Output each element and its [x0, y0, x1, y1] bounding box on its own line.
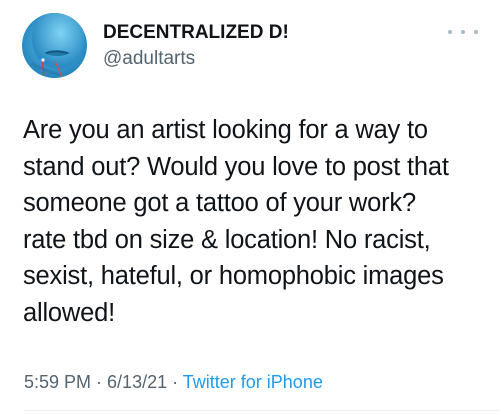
more-horizontal-icon — [448, 30, 452, 34]
tweet-text-line: stand out? Would you love to post that — [23, 152, 449, 181]
tweet-time[interactable]: 5:59 PM — [24, 372, 91, 392]
tweet-text-line: someone got a tattoo of your work? — [23, 189, 416, 217]
avatar-image — [22, 13, 87, 78]
display-name[interactable]: DECENTRALIZED D! — [103, 22, 289, 44]
tweet-text-line: rate tbd on size & location! No racist, — [23, 225, 431, 254]
more-options-button[interactable] — [448, 22, 478, 42]
tweet-meta: 5:59 PM · 6/13/21 · Twitter for iPhone — [24, 372, 323, 393]
divider — [24, 410, 500, 411]
tweet-text-line: sexist, hateful, or homophobic images — [23, 262, 444, 290]
more-horizontal-icon-dot — [474, 30, 478, 34]
user-handle[interactable]: @adultarts — [103, 48, 195, 70]
tweet-text-line: Are you an artist looking for a way to — [23, 116, 428, 144]
meta-separator: · — [167, 372, 183, 392]
more-horizontal-icon-dot — [461, 30, 465, 34]
tweet-text: Are you an artist looking for a way to s… — [23, 112, 488, 331]
tweet-text-line: allowed! — [23, 298, 115, 327]
tweet-card: DECENTRALIZED D! @adultarts Are you an a… — [0, 0, 500, 415]
avatar[interactable] — [22, 13, 87, 78]
tweet-source-link[interactable]: Twitter for iPhone — [183, 372, 323, 392]
meta-separator: · — [91, 372, 108, 392]
tweet-date[interactable]: 6/13/21 — [107, 372, 167, 392]
